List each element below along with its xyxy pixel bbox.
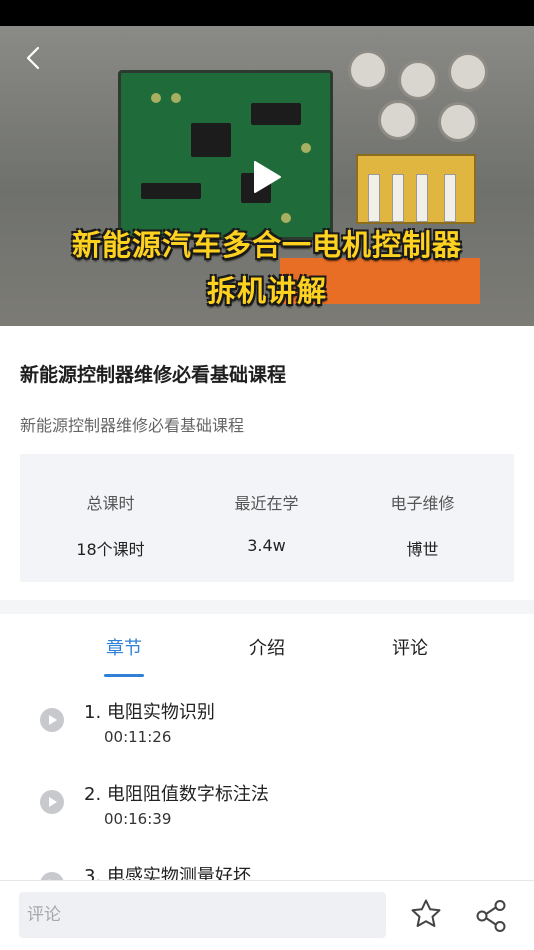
bottom-action-bar bbox=[0, 880, 534, 950]
stat-category: 电子维修 博世 bbox=[340, 490, 505, 560]
stat-recent-learners: 最近在学 3.4w bbox=[184, 490, 349, 555]
lesson-play-icon bbox=[40, 708, 64, 732]
lesson-item[interactable]: 1. 电阻实物识别 00:11:26 bbox=[0, 698, 534, 768]
stat-total-lessons: 总课时 18个课时 bbox=[28, 490, 193, 560]
comment-input[interactable] bbox=[19, 892, 386, 938]
video-thumbnail-capacitors bbox=[348, 40, 508, 160]
lesson-play-icon bbox=[40, 790, 64, 814]
stat-label: 总课时 bbox=[86, 494, 135, 513]
lesson-title: 1. 电阻实物识别 bbox=[84, 702, 215, 723]
stat-value: 3.4w bbox=[247, 536, 286, 555]
stat-label: 最近在学 bbox=[234, 494, 299, 513]
back-arrow-icon[interactable] bbox=[22, 46, 46, 70]
tab-chapters[interactable]: 章节 bbox=[64, 634, 184, 660]
lesson-item[interactable]: 2. 电阻阻值数字标注法 00:16:39 bbox=[0, 780, 534, 850]
tab-comments[interactable]: 评论 bbox=[350, 634, 470, 660]
course-subtitle: 新能源控制器维修必看基础课程 bbox=[20, 416, 245, 435]
star-icon[interactable] bbox=[410, 898, 442, 930]
tab-introduction[interactable]: 介绍 bbox=[207, 634, 327, 660]
lesson-duration: 00:16:39 bbox=[104, 810, 172, 828]
video-player[interactable]: 新能源汽车多合一电机控制器 拆机讲解 bbox=[0, 26, 534, 326]
stat-value: 博世 bbox=[406, 540, 439, 559]
play-icon[interactable] bbox=[252, 160, 282, 194]
course-title: 新能源控制器维修必看基础课程 bbox=[20, 364, 287, 386]
course-stats: 总课时 18个课时 最近在学 3.4w 电子维修 博世 bbox=[20, 454, 514, 582]
lesson-duration: 00:11:26 bbox=[104, 728, 172, 746]
stat-label: 电子维修 bbox=[390, 494, 455, 513]
video-overlay-title-line2: 拆机讲解 bbox=[206, 274, 327, 308]
status-bar bbox=[0, 0, 534, 26]
section-divider bbox=[0, 600, 534, 614]
video-thumbnail-board bbox=[118, 70, 333, 240]
active-tab-indicator bbox=[104, 674, 144, 677]
stat-value: 18个课时 bbox=[76, 540, 145, 559]
share-icon[interactable] bbox=[474, 899, 508, 933]
lesson-title: 2. 电阻阻值数字标注法 bbox=[84, 784, 269, 805]
video-overlay-title-line1: 新能源汽车多合一电机控制器 bbox=[71, 228, 462, 262]
